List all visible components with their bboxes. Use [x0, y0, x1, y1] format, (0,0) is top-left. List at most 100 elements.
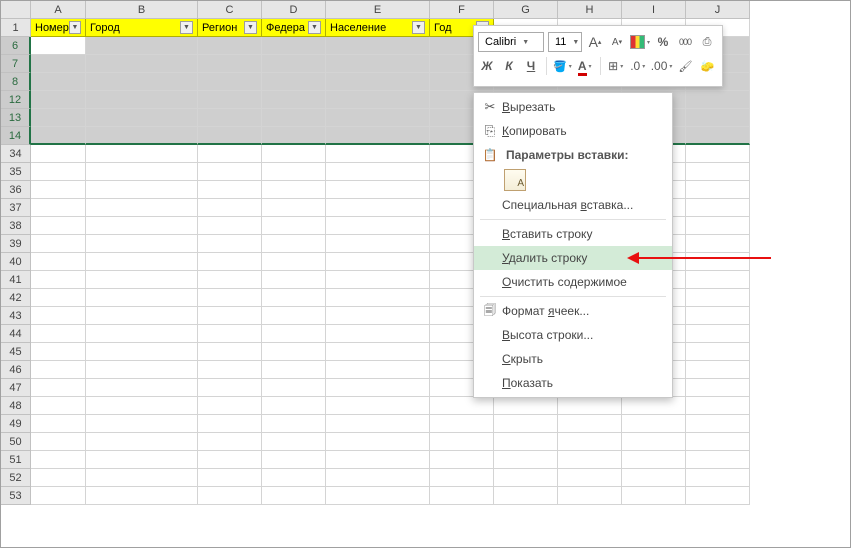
cell-A47[interactable]: [31, 379, 86, 397]
cell-B34[interactable]: [86, 145, 198, 163]
menu-format-cells[interactable]: Формат ячеек...: [474, 299, 672, 323]
cell-E38[interactable]: [326, 217, 430, 235]
decrease-decimal-button[interactable]: .0: [629, 56, 647, 76]
cell-D7[interactable]: [262, 55, 326, 73]
row-header-8[interactable]: 8: [1, 73, 31, 91]
menu-row-height[interactable]: Высота строки...: [474, 323, 672, 347]
cell-I53[interactable]: [622, 487, 686, 505]
cell-D51[interactable]: [262, 451, 326, 469]
cell-A14[interactable]: [31, 127, 86, 145]
cell-F50[interactable]: [430, 433, 494, 451]
cell-A41[interactable]: [31, 271, 86, 289]
cell-C46[interactable]: [198, 361, 262, 379]
row-header-37[interactable]: 37: [1, 199, 31, 217]
cell-B51[interactable]: [86, 451, 198, 469]
cell-I48[interactable]: [622, 397, 686, 415]
cell-C48[interactable]: [198, 397, 262, 415]
cell-B14[interactable]: [86, 127, 198, 145]
cell-E1[interactable]: Население▼: [326, 19, 430, 37]
cell-A8[interactable]: [31, 73, 86, 91]
cell-D42[interactable]: [262, 289, 326, 307]
cell-B40[interactable]: [86, 253, 198, 271]
cell-D8[interactable]: [262, 73, 326, 91]
cell-E37[interactable]: [326, 199, 430, 217]
cell-G53[interactable]: [494, 487, 558, 505]
col-header-H[interactable]: H: [558, 1, 622, 19]
cell-E36[interactable]: [326, 181, 430, 199]
cell-A46[interactable]: [31, 361, 86, 379]
conditional-format-button[interactable]: [630, 32, 650, 52]
cell-I49[interactable]: [622, 415, 686, 433]
row-header-36[interactable]: 36: [1, 181, 31, 199]
cell-A43[interactable]: [31, 307, 86, 325]
cell-H53[interactable]: [558, 487, 622, 505]
row-header-50[interactable]: 50: [1, 433, 31, 451]
row-header-40[interactable]: 40: [1, 253, 31, 271]
cell-B13[interactable]: [86, 109, 198, 127]
row-header-13[interactable]: 13: [1, 109, 31, 127]
cell-J13[interactable]: [686, 109, 750, 127]
cell-C35[interactable]: [198, 163, 262, 181]
cell-C53[interactable]: [198, 487, 262, 505]
cell-A39[interactable]: [31, 235, 86, 253]
cell-B35[interactable]: [86, 163, 198, 181]
col-header-A[interactable]: A: [31, 1, 86, 19]
cell-H48[interactable]: [558, 397, 622, 415]
col-header-E[interactable]: E: [326, 1, 430, 19]
cell-F51[interactable]: [430, 451, 494, 469]
col-header-I[interactable]: I: [622, 1, 686, 19]
cell-H52[interactable]: [558, 469, 622, 487]
cell-B47[interactable]: [86, 379, 198, 397]
cell-B52[interactable]: [86, 469, 198, 487]
cell-E13[interactable]: [326, 109, 430, 127]
cell-B37[interactable]: [86, 199, 198, 217]
cell-J44[interactable]: [686, 325, 750, 343]
cell-G49[interactable]: [494, 415, 558, 433]
menu-insert-row[interactable]: Вставить строку: [474, 222, 672, 246]
cell-D39[interactable]: [262, 235, 326, 253]
row-header-42[interactable]: 42: [1, 289, 31, 307]
thousands-format-button[interactable]: [676, 32, 694, 52]
cell-C12[interactable]: [198, 91, 262, 109]
row-header-35[interactable]: 35: [1, 163, 31, 181]
cell-A52[interactable]: [31, 469, 86, 487]
cell-J35[interactable]: [686, 163, 750, 181]
cell-C50[interactable]: [198, 433, 262, 451]
cell-F53[interactable]: [430, 487, 494, 505]
cell-D38[interactable]: [262, 217, 326, 235]
cell-D46[interactable]: [262, 361, 326, 379]
cell-C47[interactable]: [198, 379, 262, 397]
menu-copy[interactable]: Копировать: [474, 119, 672, 143]
cell-E41[interactable]: [326, 271, 430, 289]
cell-E48[interactable]: [326, 397, 430, 415]
cell-E43[interactable]: [326, 307, 430, 325]
cell-A34[interactable]: [31, 145, 86, 163]
cell-J41[interactable]: [686, 271, 750, 289]
cell-D43[interactable]: [262, 307, 326, 325]
cell-J12[interactable]: [686, 91, 750, 109]
cell-A37[interactable]: [31, 199, 86, 217]
menu-clear-contents[interactable]: Очистить содержимое: [474, 270, 672, 294]
row-header-44[interactable]: 44: [1, 325, 31, 343]
cell-C13[interactable]: [198, 109, 262, 127]
cell-B6[interactable]: [86, 37, 198, 55]
decrease-font-icon[interactable]: [608, 32, 626, 52]
cell-A7[interactable]: [31, 55, 86, 73]
underline-button[interactable]: Ч: [522, 56, 540, 76]
cell-D1[interactable]: Федера▼: [262, 19, 326, 37]
cell-I51[interactable]: [622, 451, 686, 469]
row-header-43[interactable]: 43: [1, 307, 31, 325]
cell-E46[interactable]: [326, 361, 430, 379]
row-header-46[interactable]: 46: [1, 361, 31, 379]
cell-A6[interactable]: [31, 37, 86, 55]
increase-font-icon[interactable]: [586, 32, 604, 52]
clear-format-button[interactable]: [698, 56, 716, 76]
cell-E51[interactable]: [326, 451, 430, 469]
cell-J39[interactable]: [686, 235, 750, 253]
cell-B7[interactable]: [86, 55, 198, 73]
cell-C37[interactable]: [198, 199, 262, 217]
borders-button[interactable]: [607, 56, 625, 76]
cell-B50[interactable]: [86, 433, 198, 451]
cell-E50[interactable]: [326, 433, 430, 451]
menu-hide[interactable]: Скрыть: [474, 347, 672, 371]
